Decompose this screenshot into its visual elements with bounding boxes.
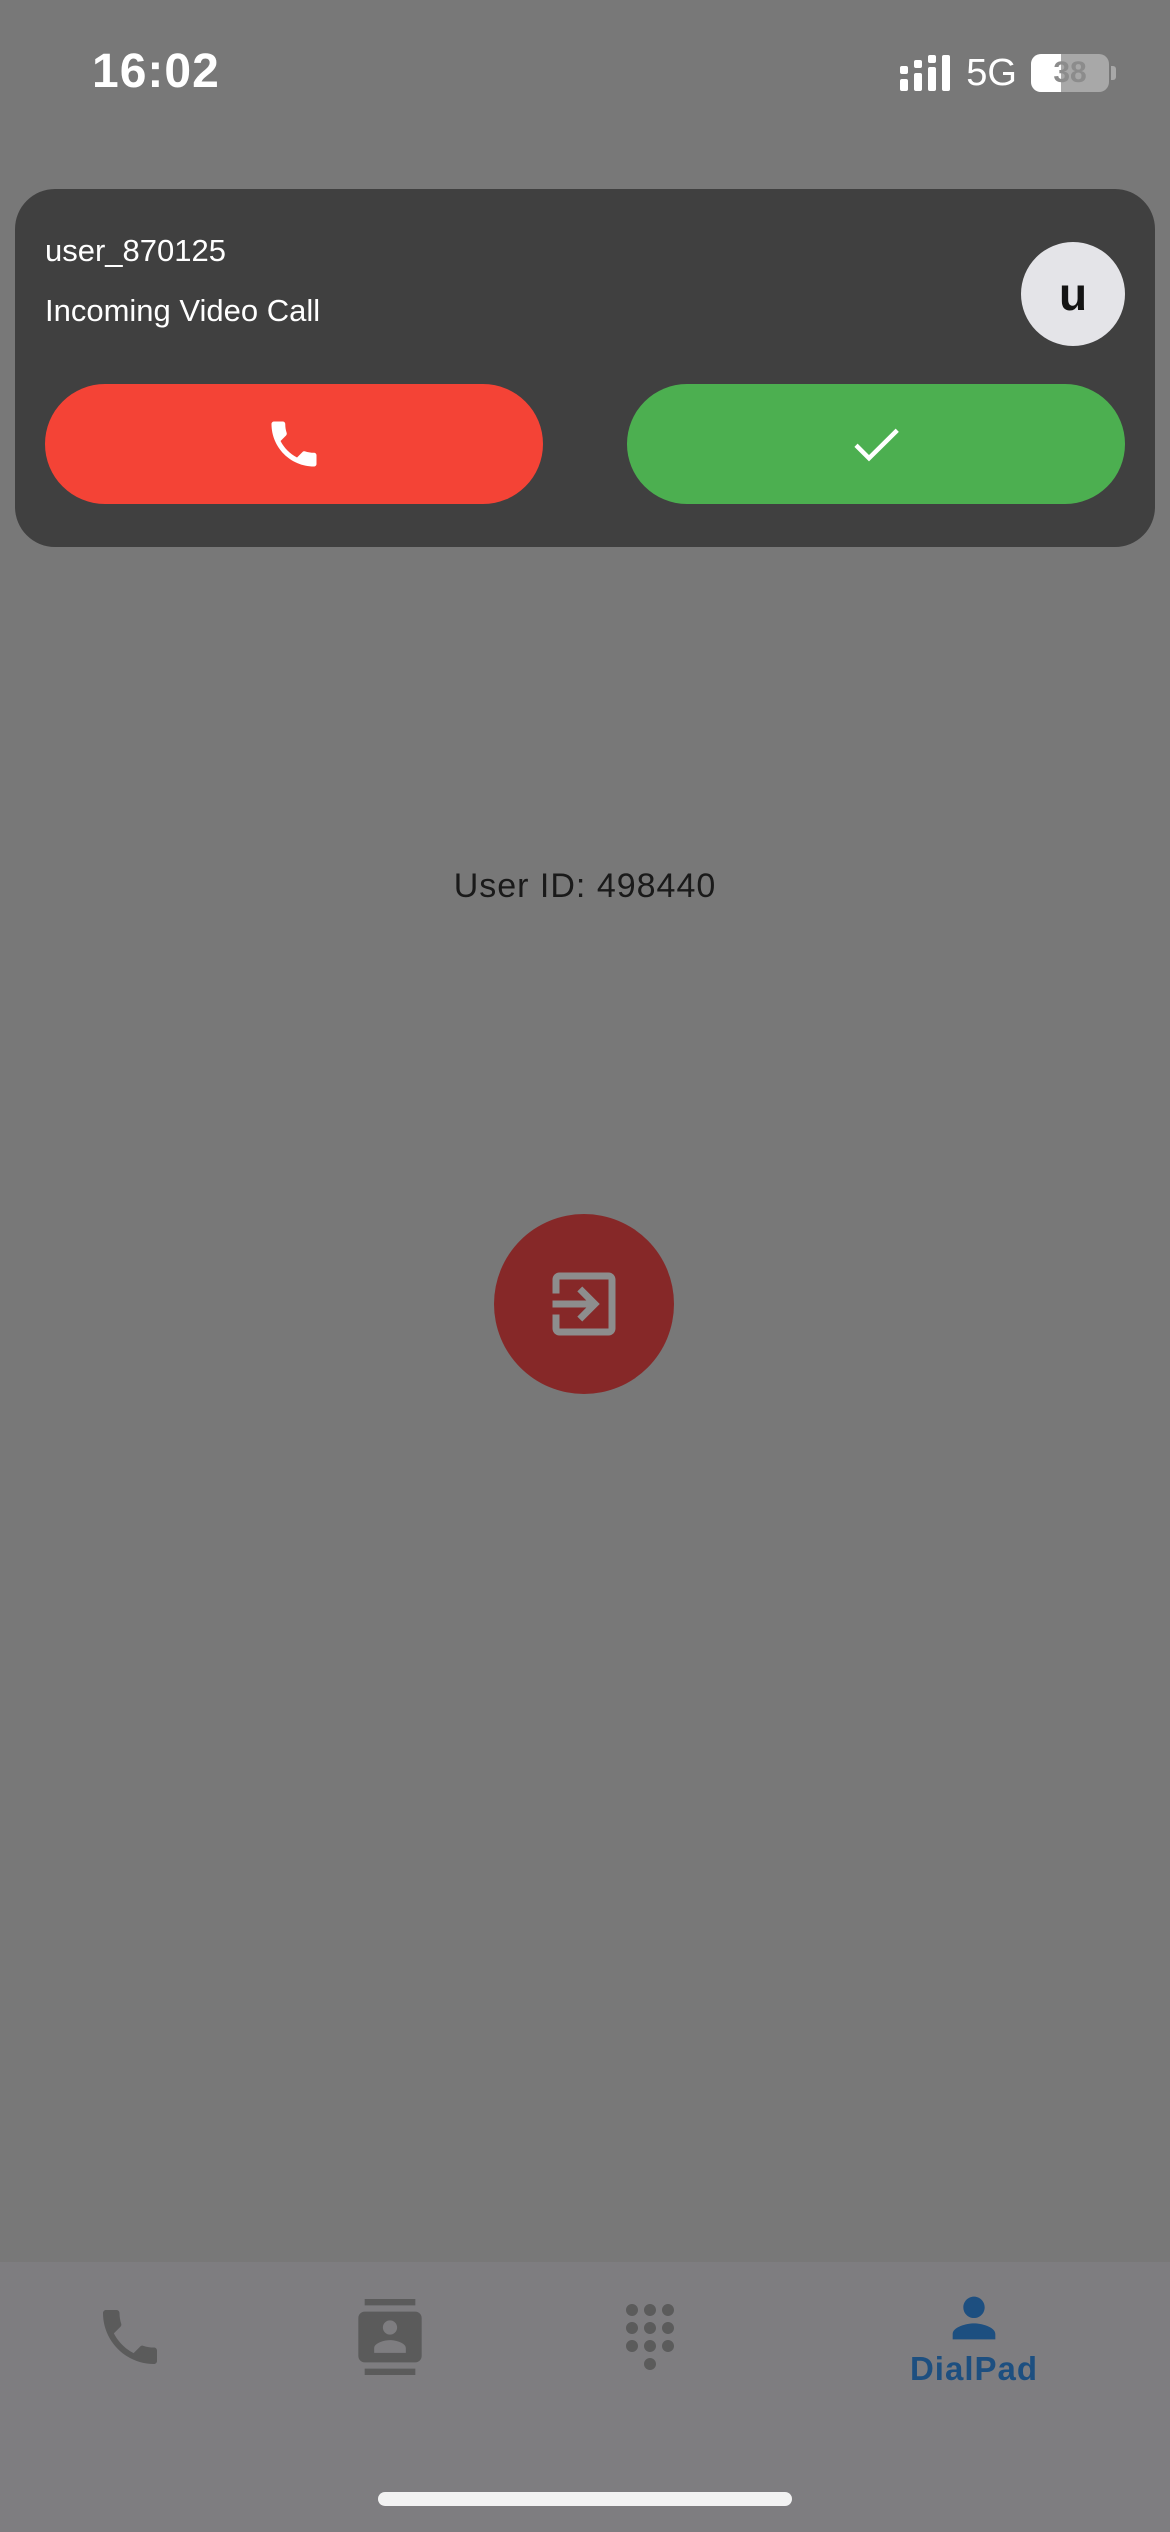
- signal-strength-icon: [900, 55, 951, 91]
- phone-icon: [271, 421, 317, 467]
- nav-dialpad-label: DialPad: [909, 2350, 1039, 2387]
- accept-call-button[interactable]: [627, 384, 1125, 504]
- nav-dialpad[interactable]: DialPad: [874, 2262, 1074, 2412]
- caller-avatar: u: [1021, 242, 1125, 346]
- phone-icon: [103, 2310, 157, 2364]
- status-time: 16:02: [92, 45, 220, 98]
- decline-call-button[interactable]: [45, 384, 543, 504]
- battery-icon: 38: [1031, 54, 1109, 92]
- exit-to-app-icon: [552, 1272, 616, 1336]
- call-type-label: Incoming Video Call: [45, 293, 321, 328]
- network-type: 5G: [966, 51, 1017, 94]
- checkmark-icon: [854, 428, 899, 462]
- home-indicator[interactable]: [378, 2492, 792, 2506]
- nav-contacts[interactable]: [310, 2262, 470, 2412]
- nav-calls[interactable]: [50, 2262, 210, 2412]
- status-indicators: 5G 38: [900, 48, 1116, 98]
- contacts-icon: [358, 2299, 422, 2375]
- nav-keypad[interactable]: [570, 2262, 730, 2412]
- dialpad-icon: [626, 2304, 674, 2370]
- user-id-label: User ID: 498440: [453, 867, 717, 905]
- person-icon: [952, 2296, 996, 2340]
- caller-name: user_870125: [45, 233, 226, 268]
- incoming-call-card: user_870125 Incoming Video Call u: [15, 189, 1155, 547]
- battery-level: 38: [1053, 56, 1087, 89]
- battery-nub: [1111, 66, 1116, 80]
- logout-button[interactable]: [494, 1214, 674, 1394]
